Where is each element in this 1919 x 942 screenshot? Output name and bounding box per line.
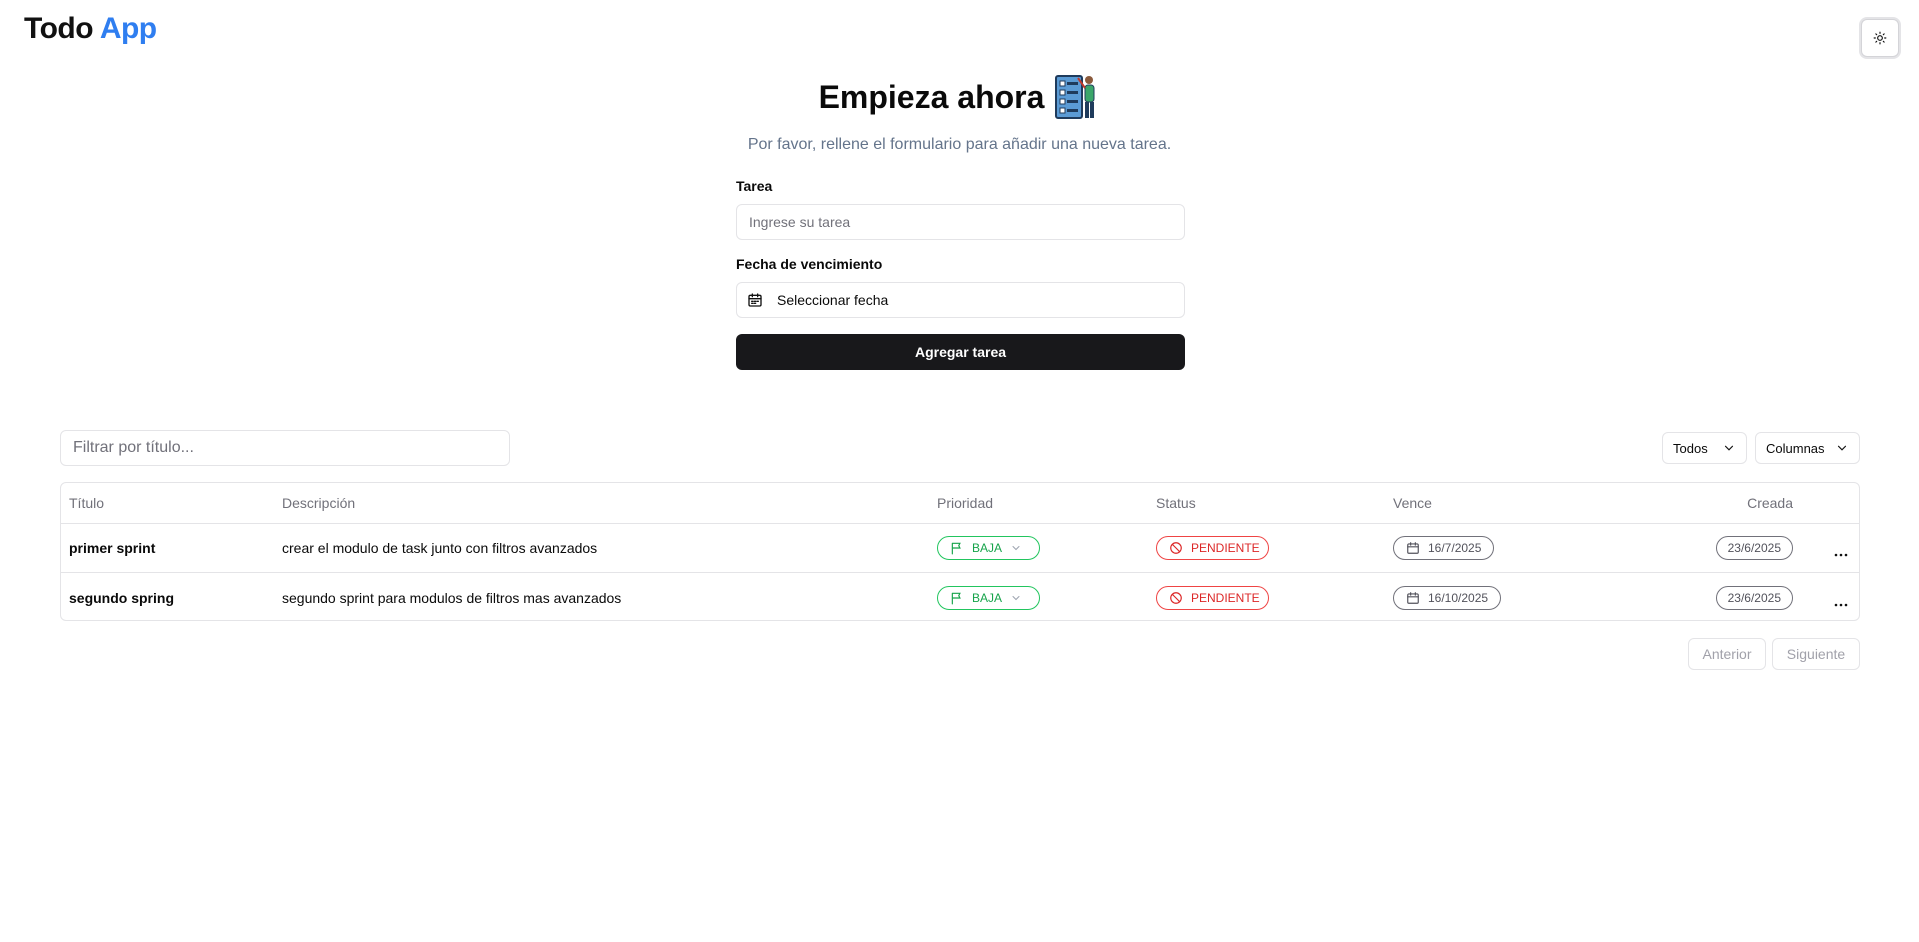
chevron-down-icon [1722,441,1736,455]
due-date-badge: 16/10/2025 [1393,585,1502,610]
priority-badge[interactable]: BAJA [937,536,1040,560]
add-task-button[interactable]: Agregar tarea [736,334,1185,370]
more-horizontal-icon [1833,552,1849,558]
status-badge[interactable]: PENDIENTE [1156,585,1269,610]
due-date-text: 16/7/2025 [1428,541,1482,555]
title-filter-input[interactable] [60,430,510,466]
task-title: segundo spring [69,589,174,606]
columns-dropdown[interactable]: Columnas [1755,432,1860,464]
logo-text-app: App [99,12,157,45]
header-description[interactable]: Descripción [282,483,355,523]
row-actions-button[interactable] [1831,573,1851,620]
app-logo: Todo App [24,12,157,46]
theme-toggle-button[interactable] [1861,19,1899,57]
due-date-button-label: Seleccionar fecha [777,292,889,308]
due-date-label: Fecha de vencimiento [736,256,883,272]
tasks-table: Título Descripción Prioridad Status Venc… [60,482,1860,621]
status-badge[interactable]: PENDIENTE [1156,536,1269,560]
row-actions-button[interactable] [1831,524,1851,572]
flag-icon [950,541,964,555]
priority-badge[interactable]: BAJA [937,585,1040,610]
status-filter-dropdown[interactable]: Todos [1662,432,1747,464]
columns-label: Columnas [1766,440,1825,456]
hero-heading: Empieza ahora [0,72,1919,122]
status-label: PENDIENTE [1191,590,1260,605]
due-date-badge: 16/7/2025 [1393,536,1495,560]
calendar-icon [1406,541,1420,555]
priority-label: BAJA [972,541,1003,555]
priority-label: BAJA [972,590,1003,605]
page-subtitle: Por favor, rellene el formulario para añ… [747,136,1172,153]
ban-icon [1169,591,1183,605]
new-task-form: Tarea Fecha de vencimiento Seleccionar f… [736,178,1185,370]
previous-page-button[interactable]: Anterior [1688,638,1766,670]
task-label: Tarea [736,178,773,194]
chevron-down-icon [1010,592,1022,604]
table-header-row: Título Descripción Prioridad Status Venc… [61,483,1859,524]
task-title: primer sprint [69,540,156,556]
due-date-text: 16/10/2025 [1428,590,1489,605]
due-date-picker-button[interactable]: Seleccionar fecha [736,282,1185,318]
chevron-down-icon [1835,441,1849,455]
task-description: crear el modulo de task junto con filtro… [282,540,598,556]
table-row: primer sprint crear el modulo de task ju… [61,524,1859,573]
status-label: PENDIENTE [1191,541,1260,555]
header-title[interactable]: Título [69,483,104,523]
calendar-icon [747,292,763,308]
calendar-icon [1406,591,1420,605]
logo-text-todo: Todo [24,12,94,45]
task-input[interactable] [736,204,1185,240]
flag-icon [950,591,964,605]
created-date-badge: 23/6/2025 [1715,536,1793,560]
header-created[interactable]: Creada [1747,483,1793,523]
more-horizontal-icon [1833,602,1849,608]
task-checklist-illustration-icon [1054,72,1100,122]
chevron-down-icon [1010,542,1022,554]
header-due[interactable]: Vence [1393,483,1432,523]
status-filter-label: Todos [1673,440,1708,456]
page-title: Empieza ahora [818,78,1045,115]
header-priority[interactable]: Prioridad [937,483,993,523]
task-description: segundo sprint para modulos de filtros m… [282,589,622,606]
header-status[interactable]: Status [1156,483,1196,523]
ban-icon [1169,541,1183,555]
sun-icon [1873,31,1887,45]
table-row: segundo spring segundo sprint para modul… [61,573,1859,620]
created-date-badge: 23/6/2025 [1715,585,1793,610]
next-page-button[interactable]: Siguiente [1772,638,1860,670]
